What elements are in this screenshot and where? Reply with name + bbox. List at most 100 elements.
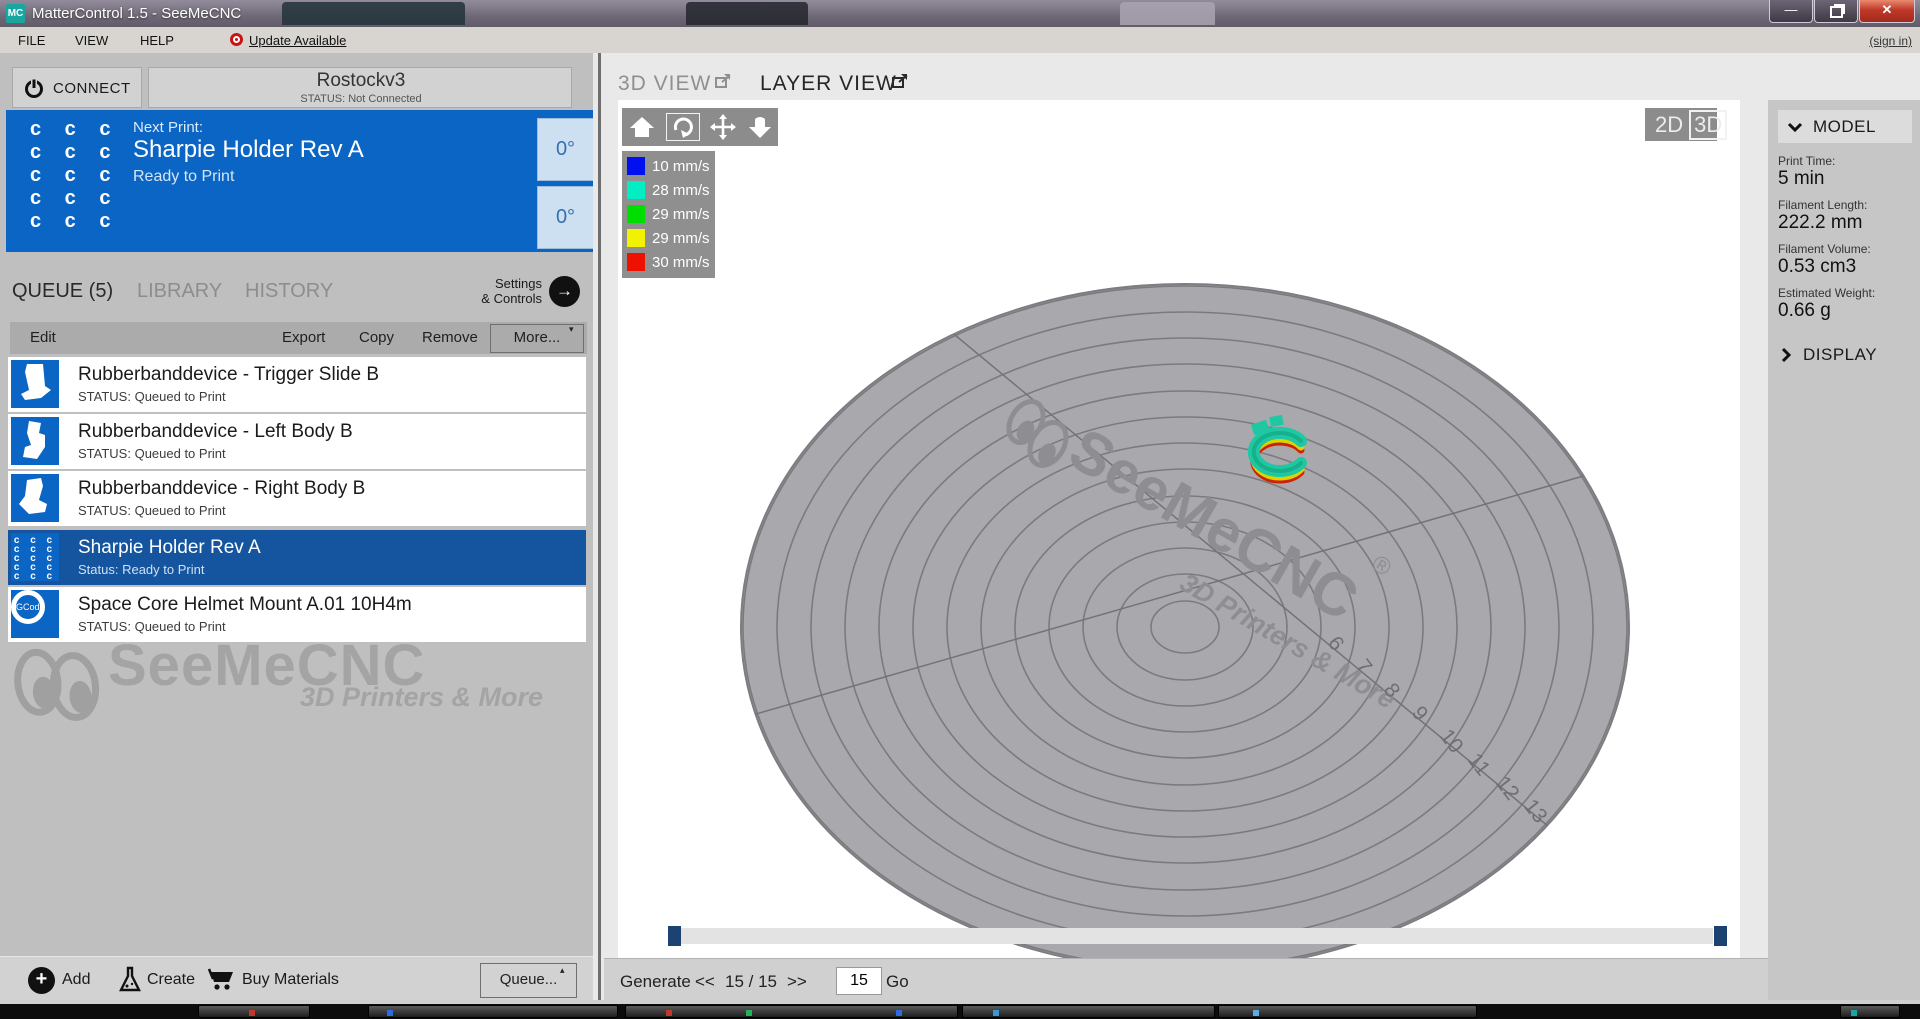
rotate-view-button[interactable] xyxy=(667,114,699,140)
goto-layer-input[interactable] xyxy=(836,967,882,995)
part-thumbnail-icon: c c c c c c c c c c c c c c c xyxy=(11,533,59,581)
export-button[interactable]: Export xyxy=(282,329,325,346)
queue-row[interactable]: Rubberbanddevice - Left Body B STATUS: Q… xyxy=(8,414,586,469)
menu-help[interactable]: HELP xyxy=(140,33,174,48)
queue-row[interactable]: Rubberbanddevice - Trigger Slide B STATU… xyxy=(8,357,586,412)
prev-layer-button[interactable]: << xyxy=(695,972,715,992)
connect-button[interactable]: CONNECT xyxy=(12,67,142,108)
window-controls: — ✕ xyxy=(1768,0,1915,22)
model-section-header[interactable]: MODEL xyxy=(1778,110,1912,143)
queue-item-status: STATUS: Queued to Print xyxy=(78,446,226,461)
toggle-2d-button[interactable]: 2D xyxy=(1655,112,1683,138)
go-button[interactable]: Go xyxy=(886,972,909,992)
layer-view-canvas[interactable]: SeeMeCNC ® 3D Printers & More 6 7 8 9 10… xyxy=(618,100,1740,958)
popout-3d-icon[interactable] xyxy=(715,74,732,89)
queue-item-status: STATUS: Queued to Print xyxy=(78,503,226,518)
os-taskbar xyxy=(0,1004,1920,1019)
chevron-down-icon xyxy=(1786,120,1804,134)
taskbar-button[interactable] xyxy=(368,1005,618,1018)
legend-swatch xyxy=(627,253,645,271)
layer-counter: 15 / 15 xyxy=(725,972,777,992)
next-print-thumbnail: c c c c c c c c c c c c c c c xyxy=(30,118,119,233)
title-bar: MC MatterControl 1.5 - SeeMeCNC — ✕ xyxy=(0,0,1920,27)
part-thumbnail-icon xyxy=(11,360,59,408)
menu-file[interactable]: FILE xyxy=(18,33,45,48)
printer-status: STATUS: Not Connected xyxy=(149,93,573,105)
menu-bar: FILE VIEW HELP Update Available (sign in… xyxy=(0,27,1920,54)
taskbar-button[interactable] xyxy=(198,1005,310,1018)
app-icon: MC xyxy=(6,4,25,23)
minimize-button[interactable]: — xyxy=(1769,0,1813,23)
panel-splitter[interactable] xyxy=(598,53,601,1004)
connect-label: CONNECT xyxy=(53,80,131,97)
legend-row: 10 mm/s xyxy=(622,154,715,178)
legend-swatch xyxy=(627,181,645,199)
create-flask-icon xyxy=(118,965,142,995)
restore-button[interactable] xyxy=(1814,0,1858,23)
edit-button[interactable]: Edit xyxy=(30,329,56,346)
queue-row-selected[interactable]: c c c c c c c c c c c c c c c Sharpie Ho… xyxy=(8,530,586,585)
restore-icon xyxy=(1830,6,1843,18)
add-button[interactable]: Add xyxy=(62,971,90,989)
taskbar-button[interactable] xyxy=(1218,1005,1477,1018)
printer-selector[interactable]: Rostockv3 STATUS: Not Connected xyxy=(148,67,572,108)
move-view-button[interactable] xyxy=(710,114,736,140)
tab-layer-view[interactable]: LAYER VIEW xyxy=(760,72,897,96)
queue-item-title: Rubberbanddevice - Trigger Slide B xyxy=(78,364,379,386)
menu-view[interactable]: VIEW xyxy=(75,33,108,48)
background-window-fragment xyxy=(686,2,808,25)
stat-value: 0.53 cm3 xyxy=(1778,256,1856,278)
settings-controls-label: Settings & Controls xyxy=(430,276,542,306)
window-title: MatterControl 1.5 - SeeMeCNC xyxy=(32,5,241,22)
queue-item-status: STATUS: Queued to Print xyxy=(78,389,226,404)
copy-button[interactable]: Copy xyxy=(359,329,394,346)
view-toolbar xyxy=(622,108,778,146)
stat-label: Estimated Weight: xyxy=(1778,286,1875,300)
next-layer-button[interactable]: >> xyxy=(787,972,807,992)
queue-item-title: Rubberbanddevice - Right Body B xyxy=(78,478,365,500)
stat-value: 222.2 mm xyxy=(1778,212,1862,234)
extruder-temp-widget[interactable]: 0° xyxy=(537,118,594,181)
next-print-name: Sharpie Holder Rev A xyxy=(133,136,364,164)
queue-item-title: Sharpie Holder Rev A xyxy=(78,537,261,559)
next-print-label: Next Print: xyxy=(133,119,203,136)
add-icon: + xyxy=(28,967,55,994)
layer-slider-handle-right[interactable] xyxy=(1714,926,1727,946)
gcode-file-icon: GCode xyxy=(11,590,59,638)
update-available-link[interactable]: Update Available xyxy=(249,33,346,48)
brand-watermark-tagline: 3D Printers & More xyxy=(300,682,543,713)
tab-history[interactable]: HISTORY xyxy=(245,280,333,303)
tab-queue[interactable]: QUEUE (5) xyxy=(12,280,113,303)
close-button[interactable]: ✕ xyxy=(1859,0,1915,23)
scale-down-button[interactable] xyxy=(747,115,773,139)
toggle-3d-button[interactable]: 3D xyxy=(1689,110,1727,140)
part-thumbnail-icon xyxy=(11,417,59,465)
home-view-button[interactable] xyxy=(628,115,656,139)
sign-in-link[interactable]: (sign in) xyxy=(1869,34,1912,48)
legend-row: 28 mm/s xyxy=(622,178,715,202)
layer-slider-handle-left[interactable] xyxy=(668,926,681,946)
stat-label: Filament Volume: xyxy=(1778,242,1871,256)
power-icon xyxy=(23,77,45,99)
taskbar-button[interactable] xyxy=(625,1005,958,1018)
create-button[interactable]: Create xyxy=(147,971,195,989)
queue-item-status: Status: Ready to Print xyxy=(78,562,204,577)
queue-row[interactable]: Rubberbanddevice - Right Body B STATUS: … xyxy=(8,471,586,526)
layer-slider-track[interactable] xyxy=(676,928,1713,944)
remove-button[interactable]: Remove xyxy=(422,329,478,346)
bed-temp-widget[interactable]: 0° xyxy=(537,186,594,249)
popout-layer-icon[interactable] xyxy=(892,74,909,89)
generate-button[interactable]: Generate xyxy=(620,972,691,992)
settings-controls-button[interactable]: → xyxy=(549,276,580,307)
next-print-panel[interactable]: c c c c c c c c c c c c c c c Next Print… xyxy=(6,110,593,252)
tab-3d-view[interactable]: 3D VIEW xyxy=(618,72,711,96)
display-section-header[interactable]: DISPLAY xyxy=(1778,345,1877,365)
dimension-toggle: 2D 3D xyxy=(1645,108,1717,141)
queue-menu-arrow-icon: ▴ xyxy=(560,965,565,976)
buy-materials-button[interactable]: Buy Materials xyxy=(242,971,339,989)
taskbar-tray[interactable] xyxy=(1840,1005,1900,1018)
tab-library[interactable]: LIBRARY xyxy=(137,280,222,303)
printer-name: Rostockv3 xyxy=(149,70,573,92)
taskbar-button[interactable] xyxy=(962,1005,1215,1018)
legend-row: 29 mm/s xyxy=(622,226,715,250)
